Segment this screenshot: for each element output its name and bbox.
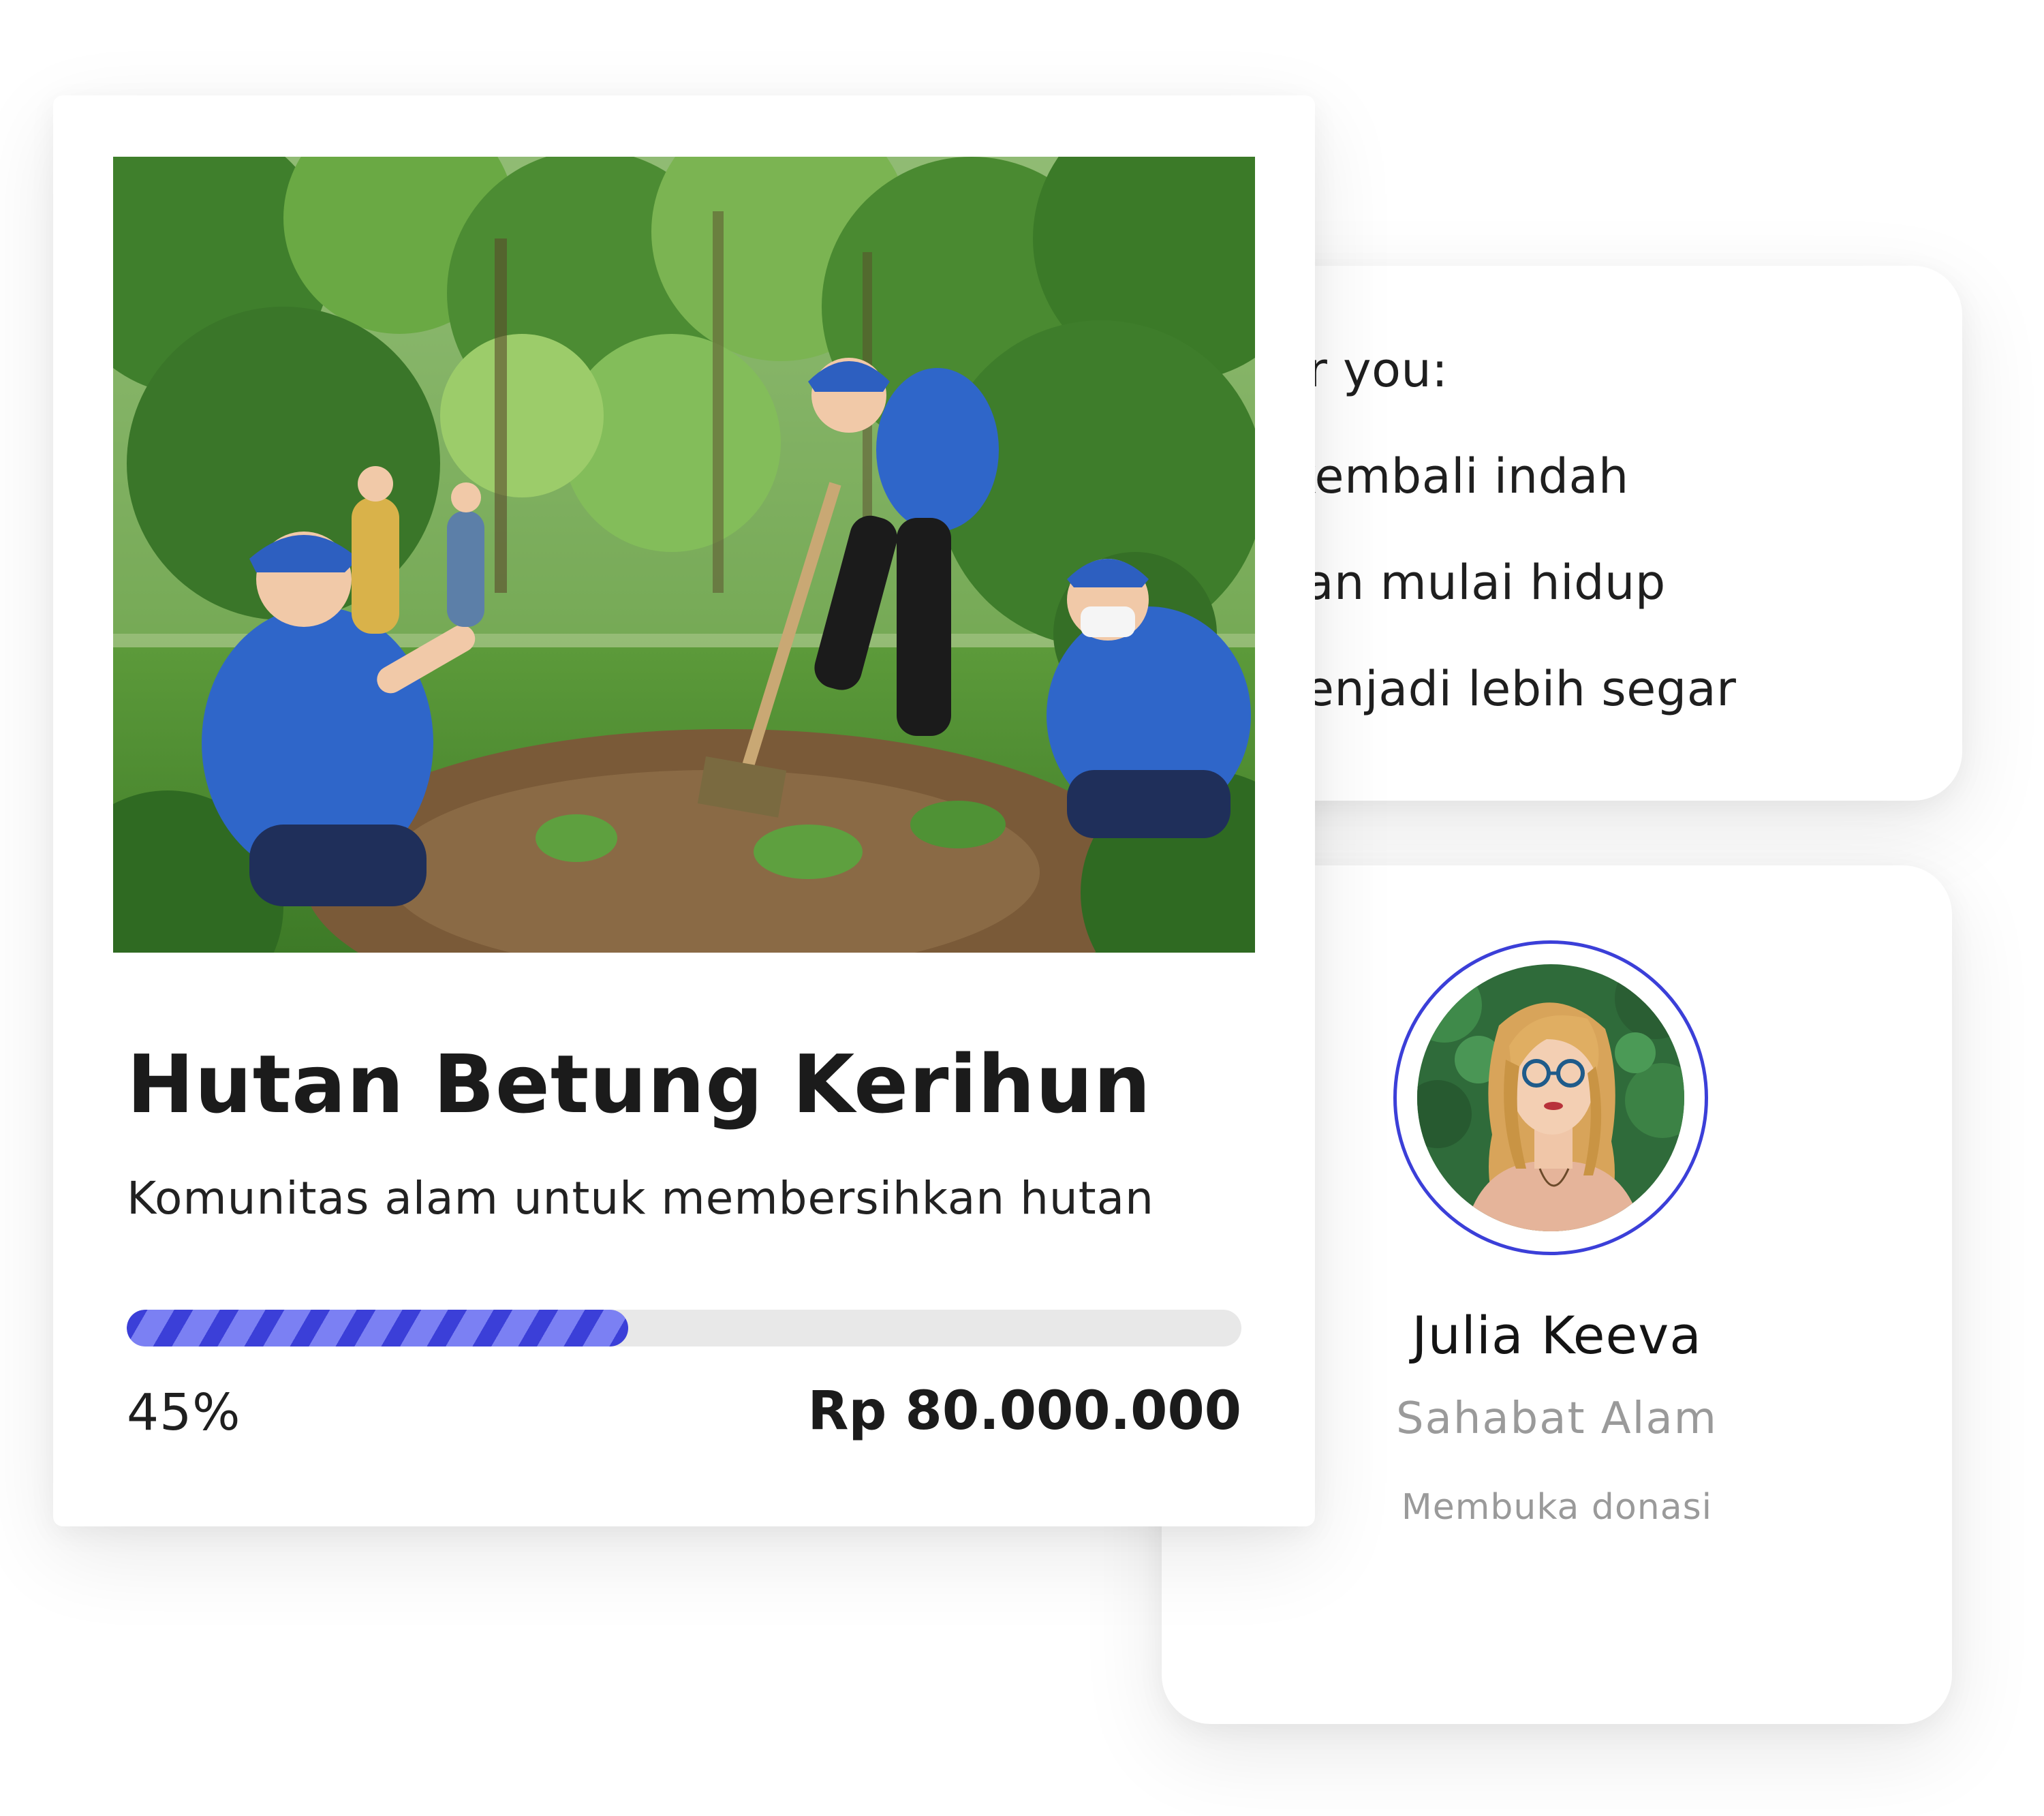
avatar-photo	[1417, 964, 1684, 1231]
avatar-ring	[1393, 940, 1708, 1255]
target-amount: Rp 80.000.000	[807, 1381, 1242, 1442]
campaign-card[interactable]: Hutan Betung Kerihun Komunitas alam untu…	[53, 95, 1315, 1526]
stage: it for you: an kembali indah buhan mulai…	[0, 0, 2044, 1816]
donation-progress-bar	[127, 1310, 1241, 1346]
campaign-title: Hutan Betung Kerihun	[127, 1037, 1151, 1131]
progress-percent: 45%	[127, 1383, 241, 1442]
campaign-subtitle: Komunitas alam untuk membersihkan hutan	[127, 1172, 1154, 1225]
forest-planting-image	[113, 157, 1255, 953]
campaign-photo	[113, 157, 1255, 953]
avatar[interactable]	[1417, 964, 1684, 1231]
donation-progress-fill	[127, 1310, 629, 1346]
